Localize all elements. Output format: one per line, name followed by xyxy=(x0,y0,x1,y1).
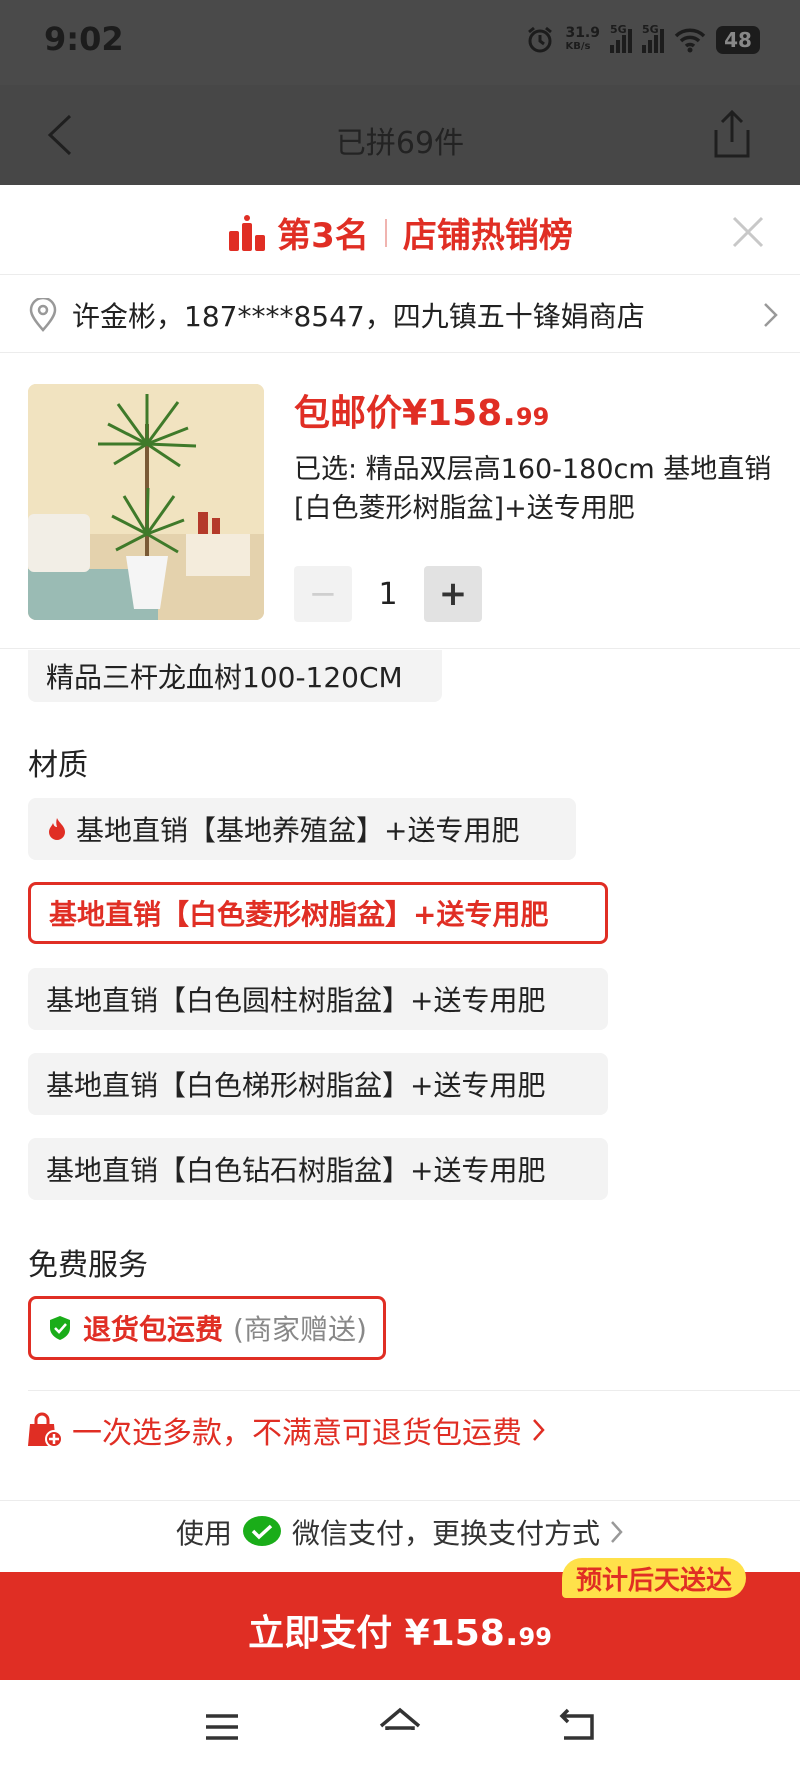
payment-method-row[interactable]: 使用 微信支付，更换支付方式 xyxy=(0,1512,800,1552)
divider xyxy=(0,352,800,353)
promo-link[interactable]: 一次选多款，不满意可退货包运费 xyxy=(26,1408,546,1452)
home-icon[interactable] xyxy=(378,1706,422,1746)
material-option[interactable]: 基地直销【白色梯形树脂盆】+送专用肥 xyxy=(28,1053,608,1115)
signal-icon-2: 5G xyxy=(642,23,664,53)
address-text: 许金彬，187****8547，四九镇五十锋娟商店 xyxy=(72,300,645,333)
divider xyxy=(0,274,800,275)
quantity-stepper: − 1 + xyxy=(294,566,482,622)
nav-title: 已拼69件 xyxy=(335,126,465,161)
product-thumbnail[interactable] xyxy=(28,384,264,620)
close-icon[interactable] xyxy=(728,212,768,252)
material-option-label: 基地直销【白色钻石树脂盆】+送专用肥 xyxy=(46,1154,546,1187)
divider xyxy=(0,648,800,649)
signal-icon: 5G xyxy=(610,23,632,53)
pay-now-label[interactable]: 立即支付 ¥158.99 xyxy=(0,1604,800,1656)
spec-option[interactable]: 精品三杆龙血树100-120CM xyxy=(28,650,442,702)
material-option-label: 基地直销【白色圆柱树脂盆】+送专用肥 xyxy=(46,984,546,1017)
wifi-icon xyxy=(674,28,706,53)
menu-icon[interactable] xyxy=(204,1712,240,1742)
rank-board: 店铺热销榜 xyxy=(402,216,573,256)
chevron-right-icon xyxy=(764,303,778,327)
rank-banner[interactable]: 第3名 店铺热销榜 xyxy=(0,208,800,257)
battery-icon: 48 xyxy=(716,26,760,54)
share-icon[interactable] xyxy=(706,108,754,160)
rank-place: 第3名 xyxy=(277,216,369,256)
alarm-icon xyxy=(528,26,553,53)
shopping-bag-plus-icon xyxy=(28,1412,62,1448)
spec-option-label: 精品三杆龙血树100-120CM xyxy=(46,661,403,694)
status-icons: 31.9 KB/s 5G 5G 48 xyxy=(525,22,760,58)
location-icon xyxy=(29,298,57,332)
ranking-icon xyxy=(229,214,266,251)
quantity-decrease-button[interactable]: − xyxy=(294,566,352,622)
payment-prefix: 使用 xyxy=(175,1517,232,1550)
back-nav-icon[interactable] xyxy=(558,1708,598,1744)
promo-text: 一次选多款，不满意可退货包运费 xyxy=(72,1416,522,1451)
free-service-name: 退货包运费 xyxy=(83,1313,224,1346)
address-row[interactable]: 许金彬，187****8547，四九镇五十锋娟商店 xyxy=(28,292,780,338)
material-option[interactable]: 基地直销【基地养殖盆】+送专用肥 xyxy=(28,798,576,860)
chevron-right-icon xyxy=(533,1419,545,1441)
wechat-pay-icon xyxy=(243,1516,281,1546)
net-speed: 31.9 KB/s xyxy=(565,25,600,52)
quantity-value[interactable]: 1 xyxy=(352,577,424,612)
fire-icon xyxy=(49,818,65,840)
material-option-label: 基地直销【白色梯形树脂盆】+送专用肥 xyxy=(46,1069,546,1102)
free-service-note: (商家赠送) xyxy=(233,1313,367,1346)
divider xyxy=(28,1390,800,1391)
delivery-eta-badge: 预计后天送达 xyxy=(562,1558,747,1598)
shield-check-icon xyxy=(50,1316,70,1340)
material-option[interactable]: 基地直销【白色圆柱树脂盆】+送专用肥 xyxy=(28,968,608,1030)
selected-spec: 已选: 精品双层高160-180cm 基地直销[白色菱形树脂盆]+送专用肥 xyxy=(294,454,772,524)
material-label: 材质 xyxy=(28,748,88,783)
quantity-increase-button[interactable]: + xyxy=(424,566,482,622)
material-option-selected[interactable]: 基地直销【白色菱形树脂盆】+送专用肥 xyxy=(28,882,608,944)
material-option-label: 基地直销【白色菱形树脂盆】+送专用肥 xyxy=(49,898,549,931)
divider xyxy=(0,1500,800,1501)
rank-separator xyxy=(384,218,387,247)
material-option[interactable]: 基地直销【白色钻石树脂盆】+送专用肥 xyxy=(28,1138,608,1200)
chevron-right-icon xyxy=(611,1521,623,1543)
status-time: 9:02 xyxy=(44,20,124,58)
free-service-label: 免费服务 xyxy=(28,1248,148,1283)
payment-text: 微信支付，更换支付方式 xyxy=(292,1517,601,1550)
product-price: 包邮价¥158. 99 xyxy=(294,393,550,434)
free-service-option[interactable]: 退货包运费 (商家赠送) xyxy=(28,1296,386,1360)
material-option-label: 基地直销【基地养殖盆】+送专用肥 xyxy=(76,814,520,847)
